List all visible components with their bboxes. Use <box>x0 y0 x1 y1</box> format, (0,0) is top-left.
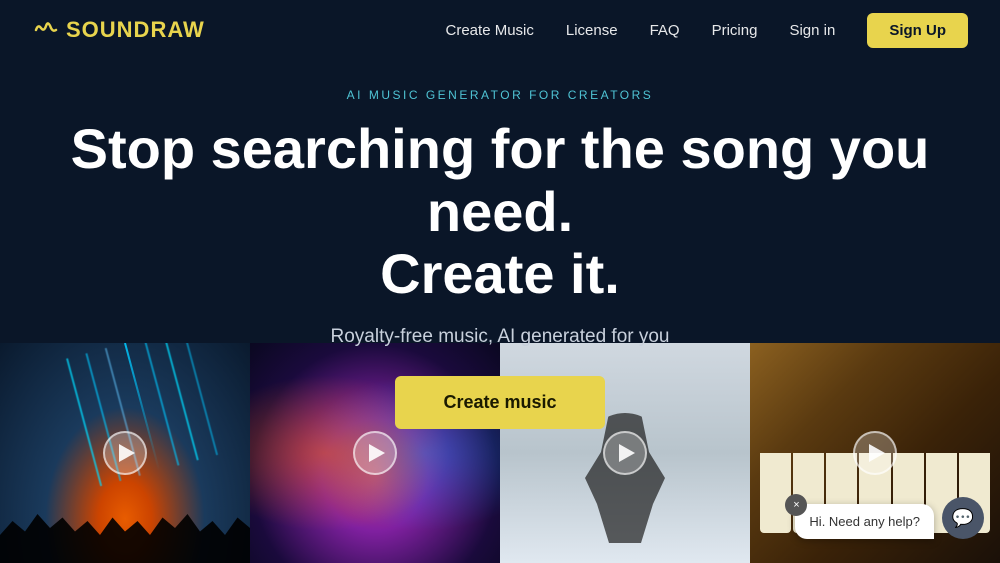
chat-widget: × Hi. Need any help? 💬 <box>795 497 984 539</box>
hero-tag: AI MUSIC GENERATOR FOR CREATORS <box>20 88 980 102</box>
create-music-button[interactable]: Create music <box>395 376 604 429</box>
nav-signin[interactable]: Sign in <box>789 22 835 39</box>
chat-icon: 💬 <box>952 508 974 529</box>
hero-title: Stop searching for the song you need. Cr… <box>50 118 950 306</box>
chat-bubble-container: × Hi. Need any help? <box>795 504 934 539</box>
main-nav: Create Music License FAQ Pricing Sign in… <box>446 13 968 48</box>
nav-license[interactable]: License <box>566 22 618 39</box>
chat-bubble-message: Hi. Need any help? <box>795 504 934 539</box>
nav-pricing[interactable]: Pricing <box>712 22 758 39</box>
logo-icon <box>32 16 60 44</box>
play-button-4[interactable] <box>853 431 897 475</box>
play-button-1[interactable] <box>103 431 147 475</box>
chat-avatar-button[interactable]: 💬 <box>942 497 984 539</box>
nav-create-music[interactable]: Create Music <box>446 22 534 39</box>
nav-faq[interactable]: FAQ <box>650 22 680 39</box>
logo-link[interactable]: SOUNDRAW <box>32 16 205 44</box>
play-button-3[interactable] <box>603 431 647 475</box>
hero-title-line2: Create it. <box>380 242 620 305</box>
logo-text: SOUNDRAW <box>66 17 205 43</box>
hero-section: AI MUSIC GENERATOR FOR CREATORS Stop sea… <box>0 60 1000 449</box>
signup-button[interactable]: Sign Up <box>867 13 968 48</box>
hero-title-line1: Stop searching for the song you need. <box>71 117 930 243</box>
hero-subtitle: Royalty-free music, AI generated for you <box>20 326 980 348</box>
piano-key-1 <box>760 453 791 533</box>
header: SOUNDRAW Create Music License FAQ Pricin… <box>0 0 1000 60</box>
play-button-2[interactable] <box>353 431 397 475</box>
